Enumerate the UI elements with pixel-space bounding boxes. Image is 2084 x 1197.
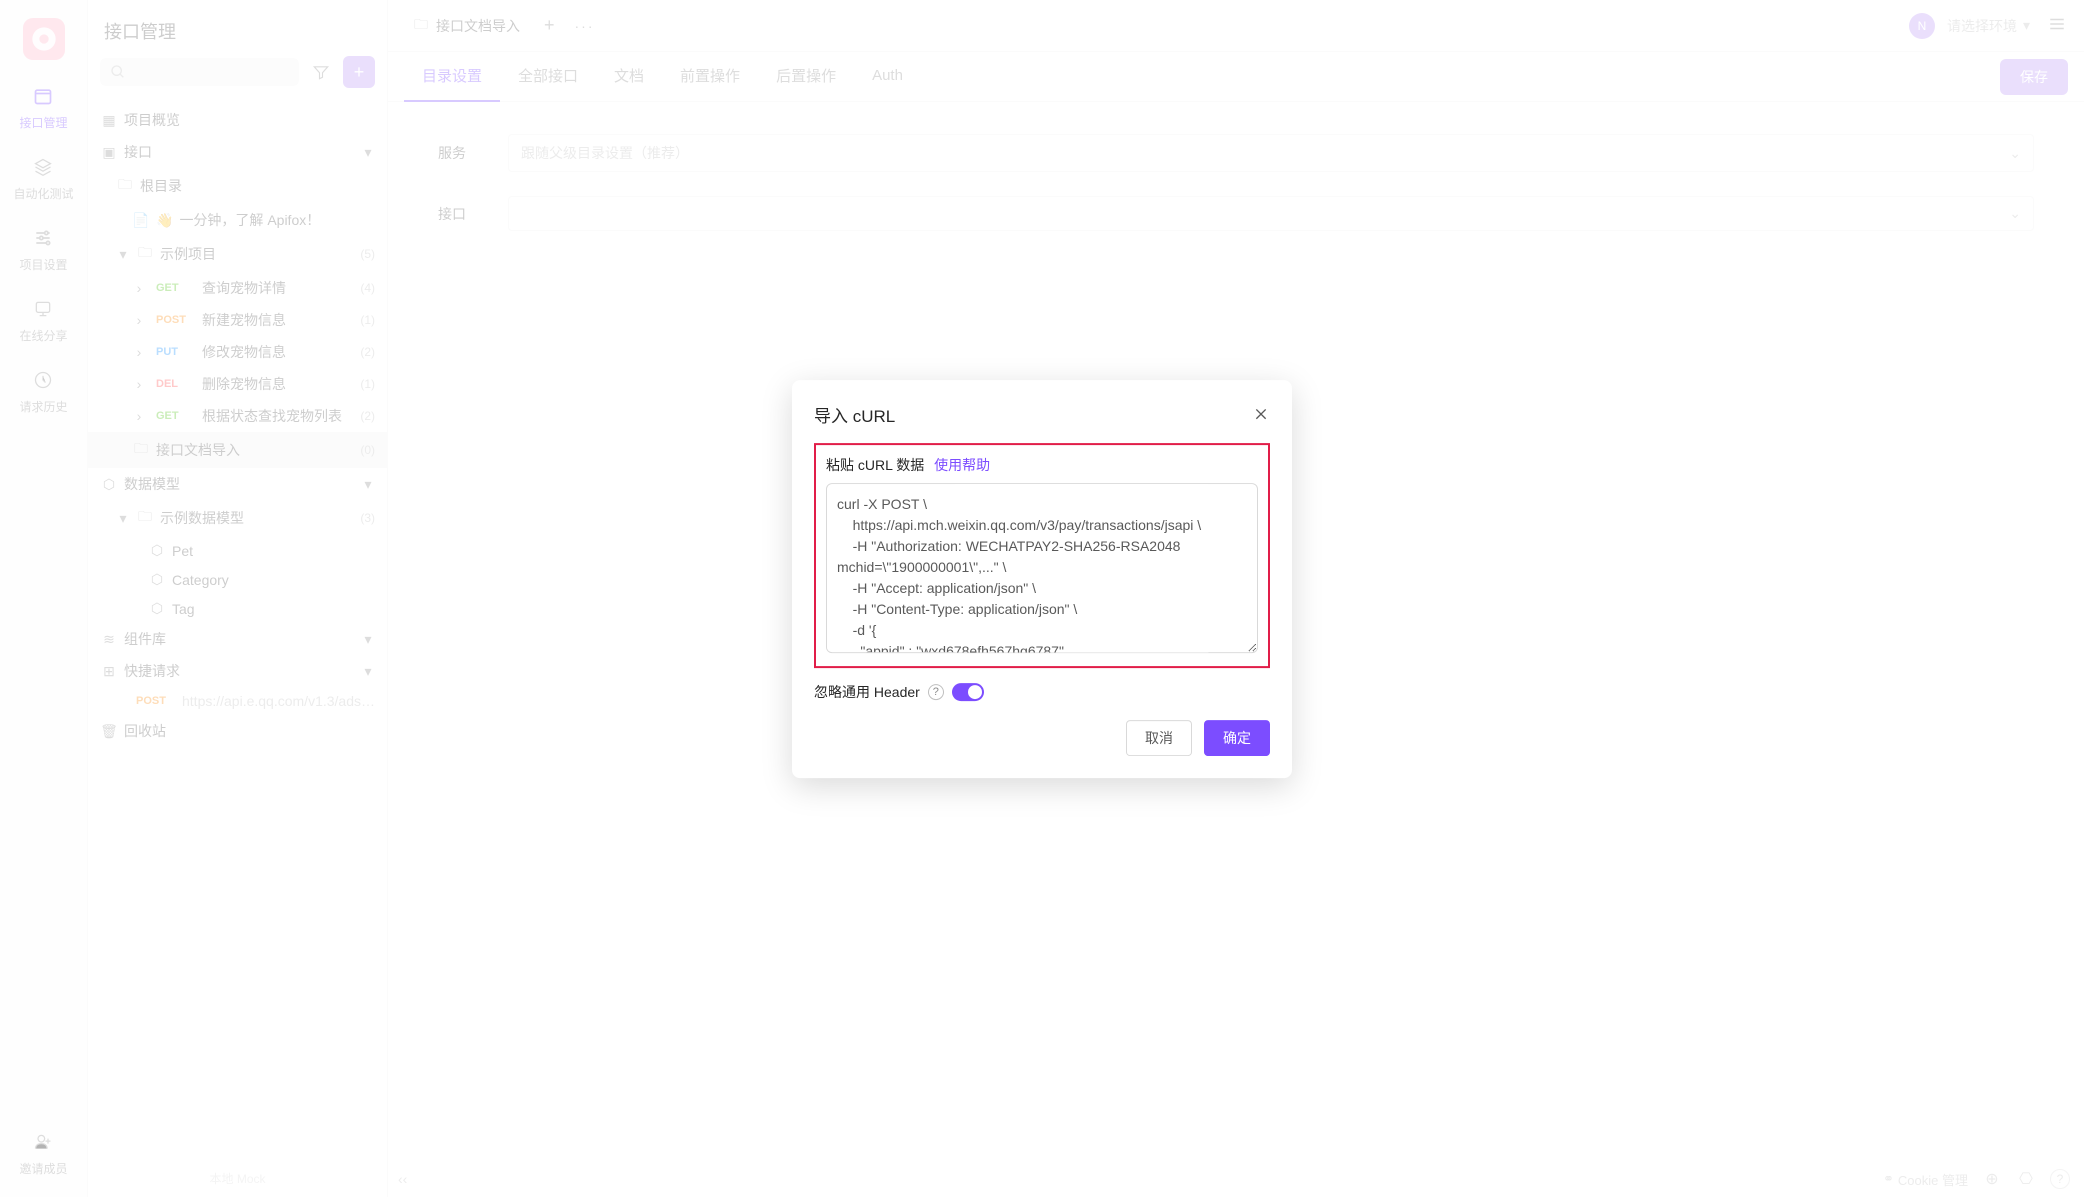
- confirm-button[interactable]: 确定: [1204, 720, 1270, 756]
- option-label: 忽略通用 Header: [814, 682, 920, 702]
- help-link[interactable]: 使用帮助: [934, 457, 990, 473]
- help-icon[interactable]: ?: [928, 684, 944, 700]
- curl-input-section: 粘贴 cURL 数据 使用帮助: [814, 443, 1270, 668]
- close-icon: [1253, 406, 1269, 422]
- paste-label: 粘贴 cURL 数据: [826, 457, 924, 473]
- curl-textarea[interactable]: [826, 483, 1258, 653]
- ignore-header-option: 忽略通用 Header ?: [814, 682, 1270, 702]
- import-curl-modal: 导入 cURL 粘贴 cURL 数据 使用帮助 忽略通用 Header ? 取消…: [792, 380, 1292, 778]
- modal-title: 导入 cURL: [814, 402, 895, 427]
- cancel-button[interactable]: 取消: [1126, 720, 1192, 756]
- close-button[interactable]: [1252, 405, 1270, 423]
- ignore-header-toggle[interactable]: [952, 683, 984, 701]
